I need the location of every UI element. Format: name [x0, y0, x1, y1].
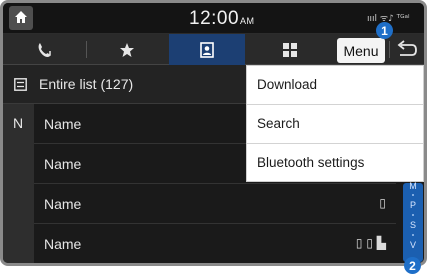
alphabet-index-bar[interactable]: M P S V — [403, 181, 423, 262]
index-letter: N — [13, 115, 24, 131]
alpha-index-dot — [412, 234, 414, 236]
status-bar: 12:00AM ıııl ᯤ♪ ᵀᴳᵃˡ — [3, 3, 424, 34]
callout-badge: 1 — [376, 22, 393, 39]
home-button[interactable] — [9, 6, 33, 30]
callout-badge: 2 — [404, 257, 421, 274]
favorites-star-icon — [120, 42, 134, 57]
alpha-index-dot — [412, 194, 414, 196]
contact-row[interactable]: Name ▯ — [34, 184, 396, 224]
alpha-index-letter[interactable]: V — [403, 240, 423, 250]
menu-item-label: Search — [257, 116, 300, 131]
contact-name: Name — [44, 116, 82, 132]
back-arrow-icon — [397, 40, 417, 56]
contact-number-icons: ▯ — [379, 196, 386, 210]
clock: 12:00AM — [189, 8, 255, 30]
menu-item-label: Download — [257, 77, 318, 92]
menu-item-download[interactable]: Download — [247, 66, 423, 105]
menu-button[interactable]: Menu — [337, 38, 385, 63]
contacts-icon — [200, 41, 214, 58]
alpha-index-letter[interactable]: P — [403, 200, 423, 210]
contact-number-icons: ▯ ▯ ▙ — [355, 236, 386, 250]
tab-contacts[interactable] — [169, 34, 245, 65]
index-column: N — [3, 104, 34, 263]
menu-item-label: Bluetooth settings — [257, 155, 365, 170]
tab-favorites[interactable] — [87, 34, 167, 65]
alpha-index-dot — [412, 214, 414, 216]
tab-keypad[interactable] — [246, 34, 334, 65]
recent-calls-icon — [38, 42, 51, 57]
contact-name: Name — [44, 156, 82, 172]
back-button[interactable] — [393, 39, 419, 61]
clock-time: 12:00 — [189, 8, 240, 29]
menu-dropdown: Download Search Bluetooth settings — [246, 65, 424, 182]
tab-divider — [389, 41, 390, 58]
contact-row[interactable]: Name ▯ ▯ ▙ — [34, 224, 396, 263]
alpha-index-letter[interactable]: S — [403, 220, 423, 230]
keypad-icon — [283, 42, 297, 57]
tab-recent-calls[interactable] — [3, 34, 86, 65]
clock-ampm: AM — [240, 16, 255, 26]
home-icon — [15, 11, 27, 23]
menu-item-bluetooth-settings[interactable]: Bluetooth settings — [247, 144, 423, 183]
list-icon — [14, 78, 27, 91]
list-header-label: Entire list (127) — [39, 76, 134, 92]
contact-name: Name — [44, 196, 82, 212]
screen-frame: 12:00AM ıııl ᯤ♪ ᵀᴳᵃˡ Menu Entire list (1… — [0, 0, 427, 266]
menu-item-search[interactable]: Search — [247, 105, 423, 144]
contact-name: Name — [44, 236, 82, 252]
